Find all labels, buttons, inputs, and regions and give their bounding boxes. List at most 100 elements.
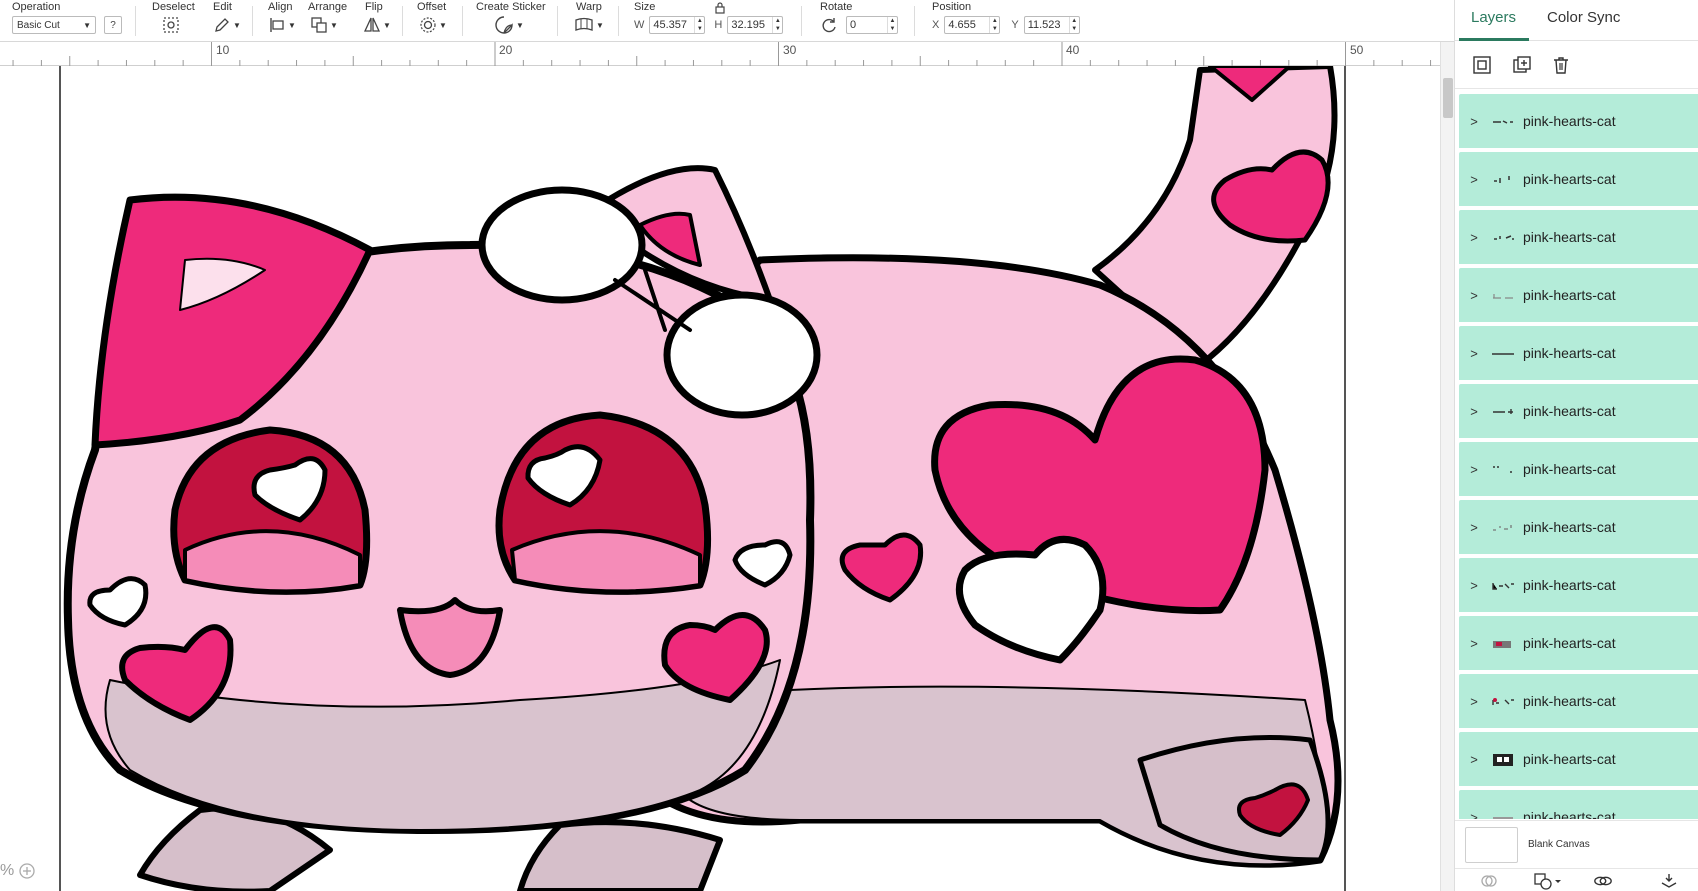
panel-tabs: Layers Color Sync bbox=[1455, 0, 1698, 41]
create-sticker-button[interactable]: ▼ bbox=[494, 15, 524, 35]
width-input[interactable]: 45.357 ▲ ▼ bbox=[649, 16, 706, 34]
height-input[interactable]: 32.195 ▲ ▼ bbox=[727, 16, 784, 34]
offset-label: Offset bbox=[417, 1, 447, 13]
edit-group: Edit ▼ bbox=[213, 0, 253, 42]
arrange-button[interactable]: ▼ bbox=[310, 16, 338, 34]
layer-row[interactable]: > pink-hearts-cat bbox=[1459, 732, 1698, 786]
width-label: W bbox=[634, 19, 645, 31]
flip-button[interactable]: ▼ bbox=[363, 16, 391, 34]
layer-row[interactable]: > pink-hearts-cat bbox=[1459, 558, 1698, 612]
combine-button[interactable] bbox=[1531, 872, 1565, 890]
stepper-icon[interactable]: ▲ ▼ bbox=[1068, 17, 1079, 33]
rotate-group: Rotate 0 ▲ ▼ bbox=[820, 0, 910, 42]
divider bbox=[462, 6, 463, 36]
operation-label: Operation bbox=[12, 1, 61, 13]
layer-row[interactable]: > pink-hearts-cat bbox=[1459, 152, 1698, 206]
align-label: Align bbox=[268, 1, 293, 13]
flatten-button[interactable] bbox=[1659, 872, 1679, 890]
duplicate-button[interactable] bbox=[1511, 54, 1533, 76]
layer-row[interactable]: > pink-hearts-cat bbox=[1459, 210, 1698, 264]
chevron-right-icon[interactable]: > bbox=[1463, 230, 1485, 245]
stepper-icon[interactable]: ▲ ▼ bbox=[694, 17, 704, 33]
blank-canvas-row[interactable]: Blank Canvas bbox=[1455, 820, 1698, 868]
stepper-icon[interactable]: ▲ ▼ bbox=[772, 17, 782, 33]
blank-canvas-swatch[interactable] bbox=[1465, 826, 1518, 863]
scrollbar-thumb[interactable] bbox=[1443, 78, 1453, 118]
chevron-right-icon[interactable]: > bbox=[1463, 578, 1485, 593]
group-button[interactable] bbox=[1471, 54, 1493, 76]
stepper-icon[interactable]: ▲ ▼ bbox=[989, 17, 999, 33]
chevron-right-icon[interactable]: > bbox=[1463, 462, 1485, 477]
delete-button[interactable] bbox=[1550, 54, 1572, 76]
chevron-right-icon[interactable]: > bbox=[1463, 636, 1485, 651]
zoom-in-icon[interactable] bbox=[18, 862, 36, 880]
align-left-icon bbox=[270, 18, 284, 32]
attach-button[interactable] bbox=[1593, 872, 1613, 890]
warp-group: Warp ▼ bbox=[574, 0, 616, 42]
edit-button[interactable]: ▼ bbox=[213, 16, 241, 34]
design-canvas[interactable] bbox=[0, 66, 1440, 891]
layer-name: pink-hearts-cat bbox=[1523, 519, 1616, 535]
y-position-input[interactable]: 11.523 ▲ ▼ bbox=[1023, 16, 1080, 34]
chevron-right-icon[interactable]: > bbox=[1463, 288, 1485, 303]
warp-button[interactable]: ▼ bbox=[574, 16, 604, 34]
flip-group: Flip ▼ bbox=[363, 0, 405, 42]
chevron-right-icon[interactable]: > bbox=[1463, 346, 1485, 361]
layer-name: pink-hearts-cat bbox=[1523, 229, 1616, 245]
canvas-vertical-scrollbar[interactable] bbox=[1440, 42, 1454, 891]
rotate-input[interactable]: 0 ▲ ▼ bbox=[846, 16, 898, 34]
layer-thumbnail bbox=[1491, 463, 1515, 475]
chevron-down-icon: ▼ bbox=[596, 20, 604, 30]
bow-right-loop bbox=[663, 291, 821, 419]
ruler-tick-label: 30 bbox=[783, 43, 797, 57]
chevron-right-icon[interactable]: > bbox=[1463, 404, 1485, 419]
flatten-icon bbox=[1661, 874, 1677, 888]
tab-layers[interactable]: Layers bbox=[1471, 9, 1516, 26]
layer-row[interactable]: > pink-hearts-cat bbox=[1459, 326, 1698, 380]
layer-row[interactable]: > pink-hearts-cat bbox=[1459, 94, 1698, 148]
chevron-right-icon[interactable]: > bbox=[1463, 752, 1485, 767]
tab-color-sync[interactable]: Color Sync bbox=[1547, 9, 1620, 26]
deselect-button[interactable] bbox=[162, 16, 180, 34]
chevron-down-icon: ▼ bbox=[383, 20, 391, 30]
layer-row[interactable]: > pink-hearts-cat bbox=[1459, 616, 1698, 670]
edit-label: Edit bbox=[213, 1, 232, 13]
stepper-icon[interactable]: ▲ ▼ bbox=[887, 17, 897, 33]
chevron-right-icon[interactable]: > bbox=[1463, 520, 1485, 535]
layer-name: pink-hearts-cat bbox=[1523, 635, 1616, 651]
chevron-right-icon[interactable]: > bbox=[1463, 114, 1485, 129]
chevron-right-icon[interactable]: > bbox=[1463, 172, 1485, 187]
layer-row[interactable]: > pink-hearts-cat bbox=[1459, 790, 1698, 819]
layer-row[interactable]: > pink-hearts-cat bbox=[1459, 442, 1698, 496]
combine-icon bbox=[1534, 873, 1561, 890]
layer-row[interactable]: > pink-hearts-cat bbox=[1459, 674, 1698, 728]
align-button[interactable]: ▼ bbox=[268, 16, 296, 34]
offset-icon bbox=[420, 17, 436, 33]
arrange-label: Arrange bbox=[308, 1, 348, 13]
layer-row[interactable]: > pink-hearts-cat bbox=[1459, 384, 1698, 438]
lock-icon[interactable] bbox=[714, 2, 726, 14]
divider bbox=[618, 6, 619, 36]
ruler-tick-label: 20 bbox=[499, 43, 513, 57]
width-value: 45.357 bbox=[653, 19, 688, 31]
divider bbox=[252, 6, 253, 36]
operation-select[interactable]: Basic Cut ▼ bbox=[12, 16, 96, 34]
height-label: H bbox=[714, 19, 723, 31]
operation-help-button[interactable]: ? bbox=[104, 16, 122, 34]
layers-panel: Layers Color Sync > pink-hearts-cat > pi… bbox=[1454, 0, 1698, 891]
ruler-tick-label: 50 bbox=[1350, 43, 1364, 57]
offset-button[interactable]: ▼ bbox=[419, 16, 447, 34]
flip-label: Flip bbox=[365, 1, 383, 13]
attach-icon bbox=[1594, 876, 1612, 886]
chevron-right-icon[interactable]: > bbox=[1463, 810, 1485, 820]
layer-row[interactable]: > pink-hearts-cat bbox=[1459, 268, 1698, 322]
back-right-paw bbox=[517, 819, 723, 891]
rotate-icon[interactable] bbox=[820, 16, 838, 34]
layer-row[interactable]: > pink-hearts-cat bbox=[1459, 500, 1698, 554]
x-position-input[interactable]: 4.655 ▲ ▼ bbox=[944, 16, 1001, 34]
active-tab-indicator bbox=[1459, 38, 1529, 41]
chevron-right-icon[interactable]: > bbox=[1463, 694, 1485, 709]
size-label: Size bbox=[634, 1, 656, 13]
pink-hearts-cat-artwork[interactable] bbox=[0, 66, 1440, 891]
slice-button[interactable] bbox=[1479, 872, 1499, 890]
